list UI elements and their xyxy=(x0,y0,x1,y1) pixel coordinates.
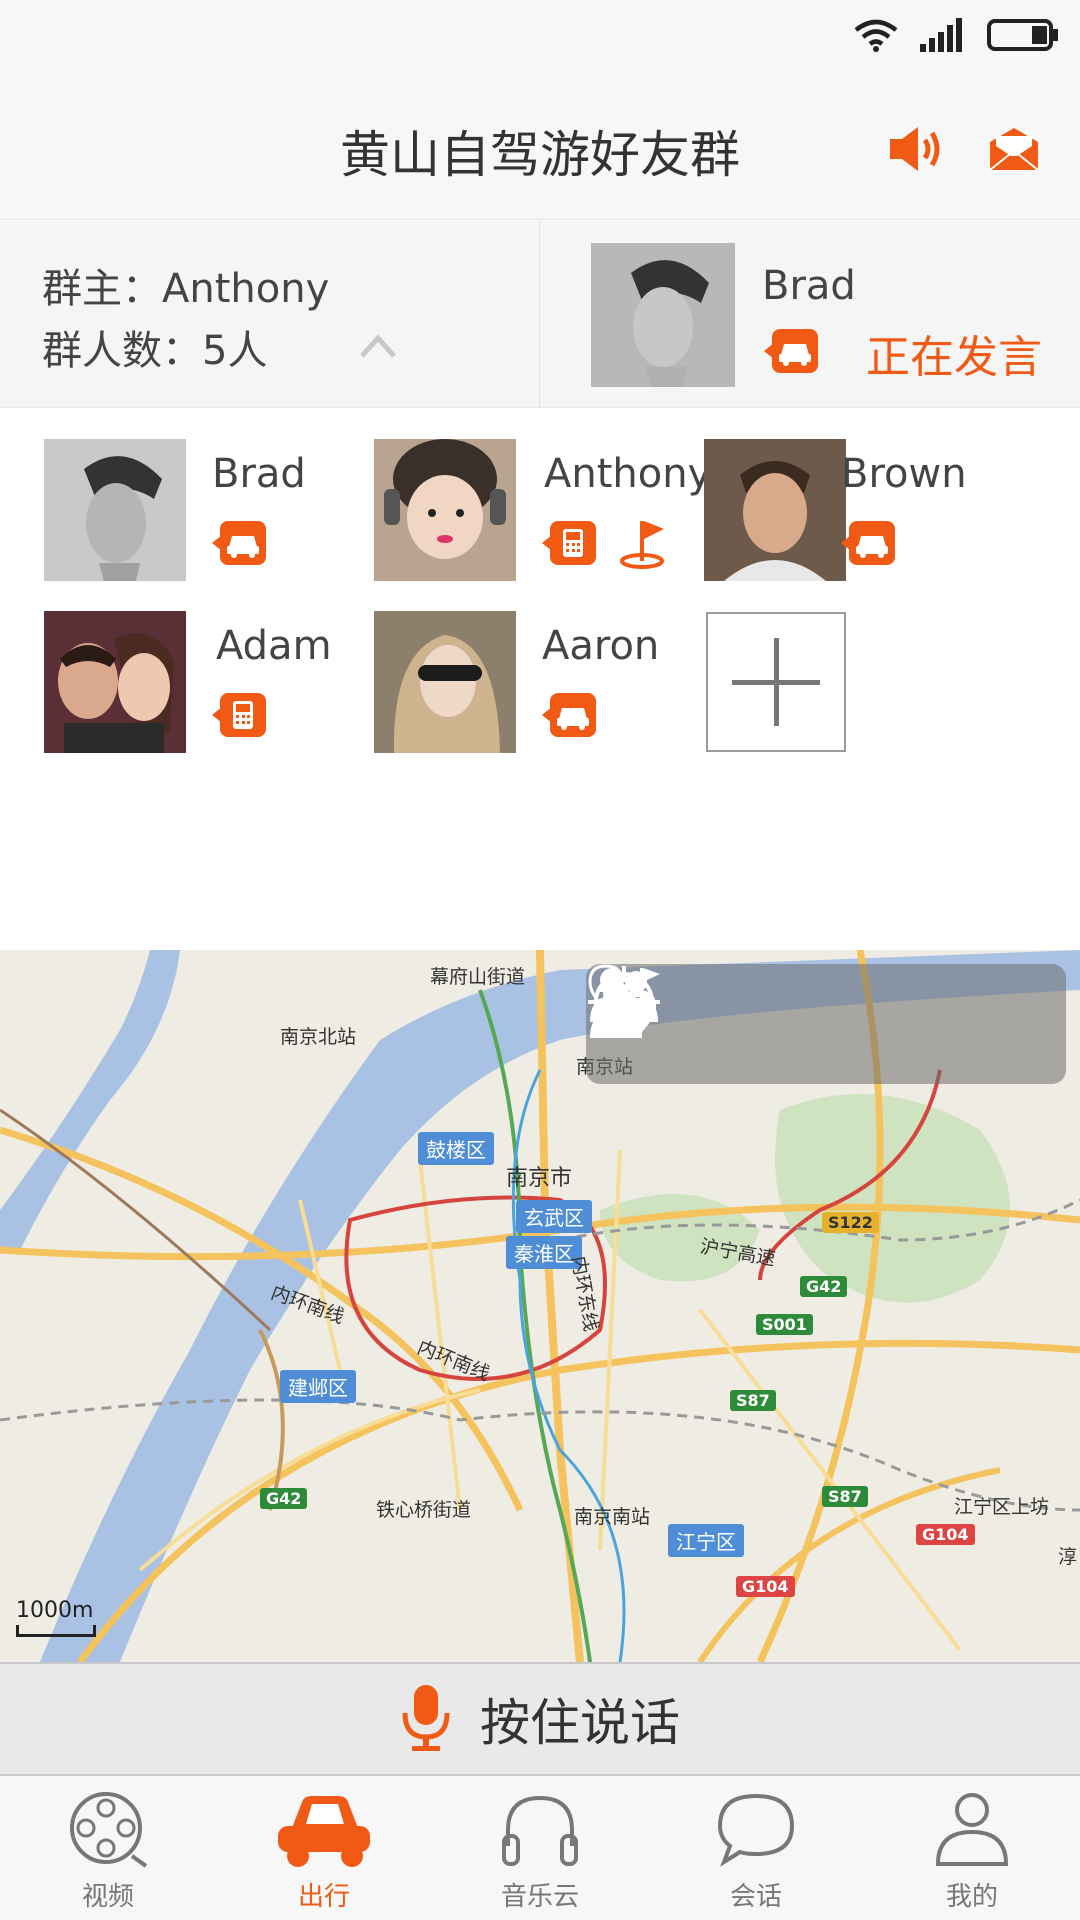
chat-bubble-icon xyxy=(717,1793,795,1867)
member-badges xyxy=(212,689,268,741)
map-label: 江宁区上坊 xyxy=(954,1496,1050,1518)
district-label: 鼓楼区 xyxy=(418,1132,494,1165)
title-bar: 黄山自驾游好友群 xyxy=(0,75,1080,220)
car-icon xyxy=(542,693,596,737)
road-tag: S87 xyxy=(730,1390,776,1411)
phone-icon xyxy=(212,693,266,737)
member-item[interactable]: Brown xyxy=(704,439,1034,583)
member-name: Brown xyxy=(841,451,967,497)
status-bar xyxy=(0,0,1080,75)
road-tag: S87 xyxy=(822,1486,868,1507)
bottom-tab-bar: 视频 出行 音乐云 会话 我的 xyxy=(0,1776,1080,1920)
scale-label: 1000m xyxy=(16,1598,94,1623)
status-icons xyxy=(854,18,1060,52)
road-tag: S122 xyxy=(822,1212,879,1233)
map-scale: 1000m xyxy=(16,1598,96,1637)
tab-label: 出行 xyxy=(297,1882,350,1912)
map-toolbar xyxy=(586,964,1066,1084)
member-item[interactable]: Adam xyxy=(44,611,374,755)
group-summary: 群主：Anthony 群人数：5人 xyxy=(0,221,540,408)
member-name: Adam xyxy=(216,623,332,669)
district-label: 江宁区 xyxy=(668,1524,744,1557)
phone-icon xyxy=(542,521,596,565)
tab-label: 我的 xyxy=(945,1882,998,1912)
person-icon xyxy=(935,1793,1009,1866)
car-icon xyxy=(212,521,266,565)
district-label: 玄武区 xyxy=(516,1200,592,1233)
tab-music-cloud[interactable]: 音乐云 xyxy=(432,1776,648,1920)
member-list: Brad Anthony Brown Adam Aaron xyxy=(0,409,1080,949)
leader-flag-icon xyxy=(620,521,664,569)
member-name: Aaron xyxy=(542,623,660,669)
avatar xyxy=(44,611,186,753)
speaker-name: Brad xyxy=(762,263,856,309)
push-to-talk-label: 按住说话 xyxy=(480,1694,680,1752)
tab-chat[interactable]: 会话 xyxy=(648,1776,864,1920)
member-name: Brad xyxy=(212,451,306,497)
tab-label: 视频 xyxy=(81,1882,134,1912)
avatar xyxy=(704,439,846,581)
map-label: 幕府山街道 xyxy=(430,966,526,988)
avatar xyxy=(374,439,516,581)
tab-travel[interactable]: 出行 xyxy=(216,1776,432,1920)
wifi-icon xyxy=(854,19,898,52)
map-label: 南京南站 xyxy=(574,1506,651,1528)
road-tag: S001 xyxy=(756,1314,813,1335)
road-tag: G104 xyxy=(916,1524,975,1545)
member-item[interactable]: Aaron xyxy=(374,611,704,755)
road-tag: G104 xyxy=(736,1576,795,1597)
current-speaker[interactable]: Brad 正在发言 xyxy=(541,221,1080,408)
map-view[interactable]: 幕府山街道 南京北站 南京站 南京市 铁心桥街道 南京南站 江宁区上坊 淳 鼓楼… xyxy=(0,950,1080,1662)
road-tag: G42 xyxy=(260,1488,308,1509)
member-item[interactable]: Anthony xyxy=(374,439,711,583)
speaking-status: 正在发言 xyxy=(866,332,1042,383)
mail-icon[interactable] xyxy=(988,126,1040,172)
car-icon xyxy=(278,1796,370,1867)
title-actions xyxy=(888,123,1040,175)
avatar xyxy=(591,243,735,387)
map-label: 铁心桥街道 xyxy=(376,1499,472,1521)
member-badges xyxy=(542,689,598,741)
film-reel-icon xyxy=(70,1792,148,1868)
map-label: 南京市 xyxy=(506,1166,573,1191)
road-tag: G42 xyxy=(800,1276,848,1297)
chevron-up-icon[interactable] xyxy=(356,326,400,366)
headphones-icon xyxy=(502,1795,578,1866)
signal-icon xyxy=(920,18,962,52)
map-label: 南京北站 xyxy=(280,1026,357,1048)
member-item[interactable]: Brad xyxy=(44,439,374,583)
group-member-count: 群人数：5人 xyxy=(42,328,268,374)
group-owner: 群主：Anthony xyxy=(42,266,330,312)
car-icon xyxy=(764,329,818,373)
push-to-talk-button[interactable]: 按住说话 xyxy=(0,1662,1080,1776)
map-label: 淳 xyxy=(1058,1546,1078,1568)
add-member-button[interactable] xyxy=(706,612,846,752)
scale-bar xyxy=(16,1625,96,1637)
tab-label: 会话 xyxy=(729,1882,782,1912)
battery-icon xyxy=(987,19,1058,51)
speaker-volume-icon[interactable] xyxy=(888,123,948,175)
member-name: Anthony xyxy=(544,451,712,497)
car-icon xyxy=(841,521,895,565)
leader-icon[interactable] xyxy=(586,964,662,1040)
member-badges xyxy=(542,517,672,569)
member-badges xyxy=(841,517,897,569)
microphone-icon xyxy=(402,1685,450,1751)
avatar xyxy=(374,611,516,753)
tab-me[interactable]: 我的 xyxy=(864,1776,1080,1920)
group-info-panel: 群主：Anthony 群人数：5人 Brad 正在发言 xyxy=(0,221,1080,408)
avatar xyxy=(44,439,186,581)
member-badges xyxy=(212,517,268,569)
tab-label: 音乐云 xyxy=(500,1882,579,1912)
district-label: 建邺区 xyxy=(280,1370,356,1403)
tab-video[interactable]: 视频 xyxy=(0,1776,216,1920)
